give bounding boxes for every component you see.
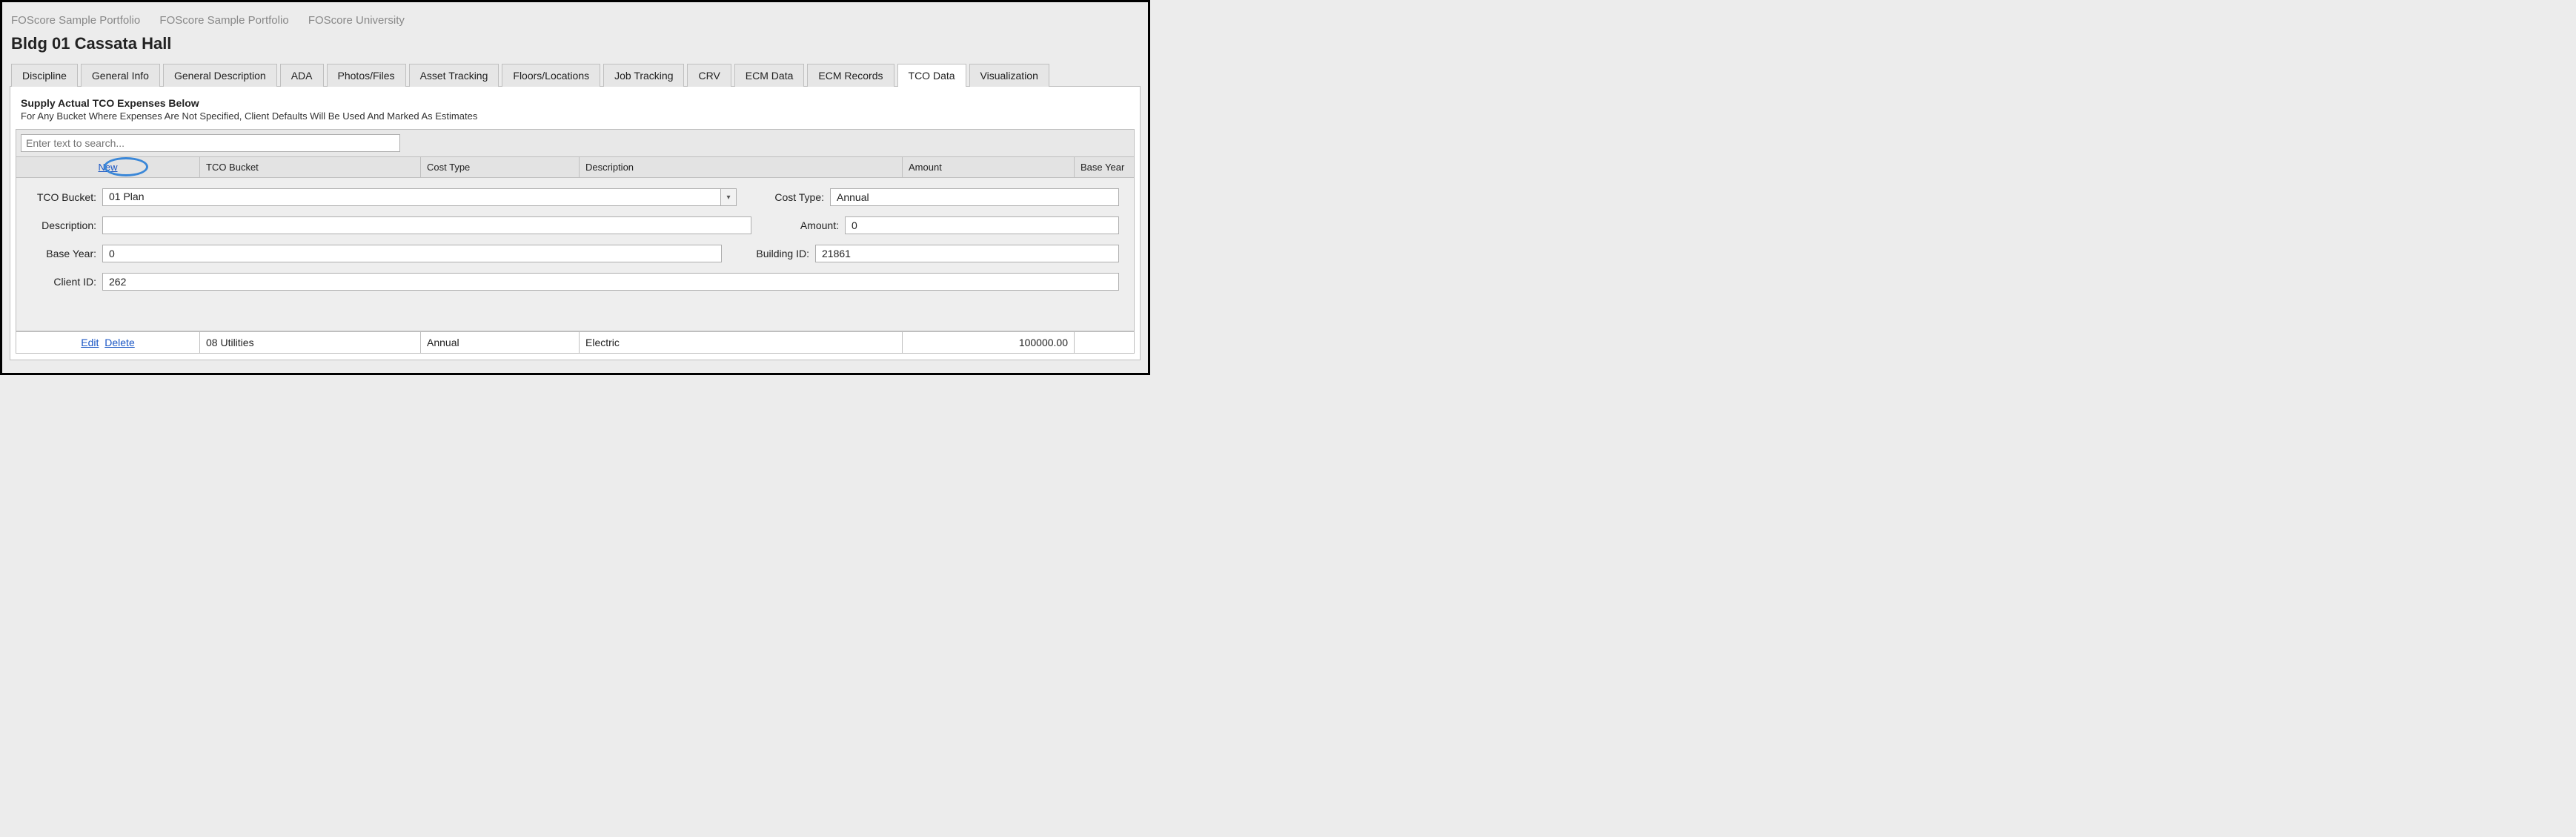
col-header-tco-bucket[interactable]: TCO Bucket xyxy=(200,157,421,177)
tab-discipline[interactable]: Discipline xyxy=(11,64,78,87)
tab-ecm-records[interactable]: ECM Records xyxy=(807,64,894,87)
base-year-input[interactable] xyxy=(102,245,722,262)
row-amount: 100000.00 xyxy=(903,332,1075,353)
edit-link[interactable]: Edit xyxy=(81,337,99,348)
client-id-label: Client ID: xyxy=(31,276,102,288)
tab-visualization[interactable]: Visualization xyxy=(969,64,1049,87)
tab-bar: Discipline General Info General Descript… xyxy=(10,64,1141,87)
grid-toolbar xyxy=(16,130,1134,156)
base-year-label: Base Year: xyxy=(31,248,102,259)
row-cmd-cell: Edit Delete xyxy=(16,332,200,353)
client-id-input[interactable] xyxy=(102,273,1119,291)
breadcrumb-item[interactable]: FOScore University xyxy=(308,14,405,27)
col-header-description[interactable]: Description xyxy=(580,157,903,177)
tab-floors-locations[interactable]: Floors/Locations xyxy=(502,64,600,87)
tab-ecm-data[interactable]: ECM Data xyxy=(734,64,805,87)
description-input[interactable] xyxy=(102,216,751,234)
section-title: Supply Actual TCO Expenses Below xyxy=(21,97,1129,109)
delete-link[interactable]: Delete xyxy=(104,337,134,348)
row-description: Electric xyxy=(580,332,903,353)
tab-job-tracking[interactable]: Job Tracking xyxy=(603,64,684,87)
row-base-year xyxy=(1075,332,1134,353)
table-row: Edit Delete 08 Utilities Annual Electric… xyxy=(16,331,1134,353)
cost-type-input[interactable] xyxy=(830,188,1119,206)
breadcrumb-item[interactable]: FOScore Sample Portfolio xyxy=(159,14,288,27)
tab-photos-files[interactable]: Photos/Files xyxy=(327,64,406,87)
tab-tco-data[interactable]: TCO Data xyxy=(897,64,966,87)
data-grid: New TCO Bucket Cost Type Description Amo… xyxy=(16,129,1135,354)
building-id-label: Building ID: xyxy=(744,248,815,259)
tco-bucket-label: TCO Bucket: xyxy=(31,191,102,203)
section-header: Supply Actual TCO Expenses Below For Any… xyxy=(10,97,1140,129)
cost-type-label: Cost Type: xyxy=(759,191,830,203)
tab-crv[interactable]: CRV xyxy=(687,64,731,87)
inline-edit-form: TCO Bucket: 01 Plan ▾ Cost Type: Descrip… xyxy=(16,178,1134,331)
tab-ada[interactable]: ADA xyxy=(280,64,324,87)
tco-bucket-dropdown[interactable]: 01 Plan ▾ xyxy=(102,188,737,206)
col-header-cost-type[interactable]: Cost Type xyxy=(421,157,580,177)
page-title: Bldg 01 Cassata Hall xyxy=(10,31,1141,64)
chevron-down-icon[interactable]: ▾ xyxy=(720,188,737,206)
breadcrumb-item[interactable]: FOScore Sample Portfolio xyxy=(11,14,140,27)
col-header-base-year[interactable]: Base Year xyxy=(1075,157,1134,177)
grid-header-cmd: New xyxy=(16,157,200,177)
tab-asset-tracking[interactable]: Asset Tracking xyxy=(409,64,499,87)
row-tco-bucket: 08 Utilities xyxy=(200,332,421,353)
app-window: FOScore Sample Portfolio FOScore Sample … xyxy=(0,0,1150,375)
row-cost-type: Annual xyxy=(421,332,580,353)
grid-header-row: New TCO Bucket Cost Type Description Amo… xyxy=(16,156,1134,178)
tab-content: Supply Actual TCO Expenses Below For Any… xyxy=(10,86,1141,360)
tab-general-info[interactable]: General Info xyxy=(81,64,160,87)
description-label: Description: xyxy=(31,219,102,231)
building-id-input[interactable] xyxy=(815,245,1119,262)
search-input[interactable] xyxy=(21,134,400,152)
tco-bucket-value: 01 Plan xyxy=(102,188,720,206)
new-record-button[interactable]: New xyxy=(98,162,117,173)
section-subtitle: For Any Bucket Where Expenses Are Not Sp… xyxy=(21,110,1129,122)
tab-general-description[interactable]: General Description xyxy=(163,64,277,87)
amount-input[interactable] xyxy=(845,216,1119,234)
col-header-amount[interactable]: Amount xyxy=(903,157,1075,177)
breadcrumb: FOScore Sample Portfolio FOScore Sample … xyxy=(10,8,1141,31)
amount-label: Amount: xyxy=(774,219,845,231)
